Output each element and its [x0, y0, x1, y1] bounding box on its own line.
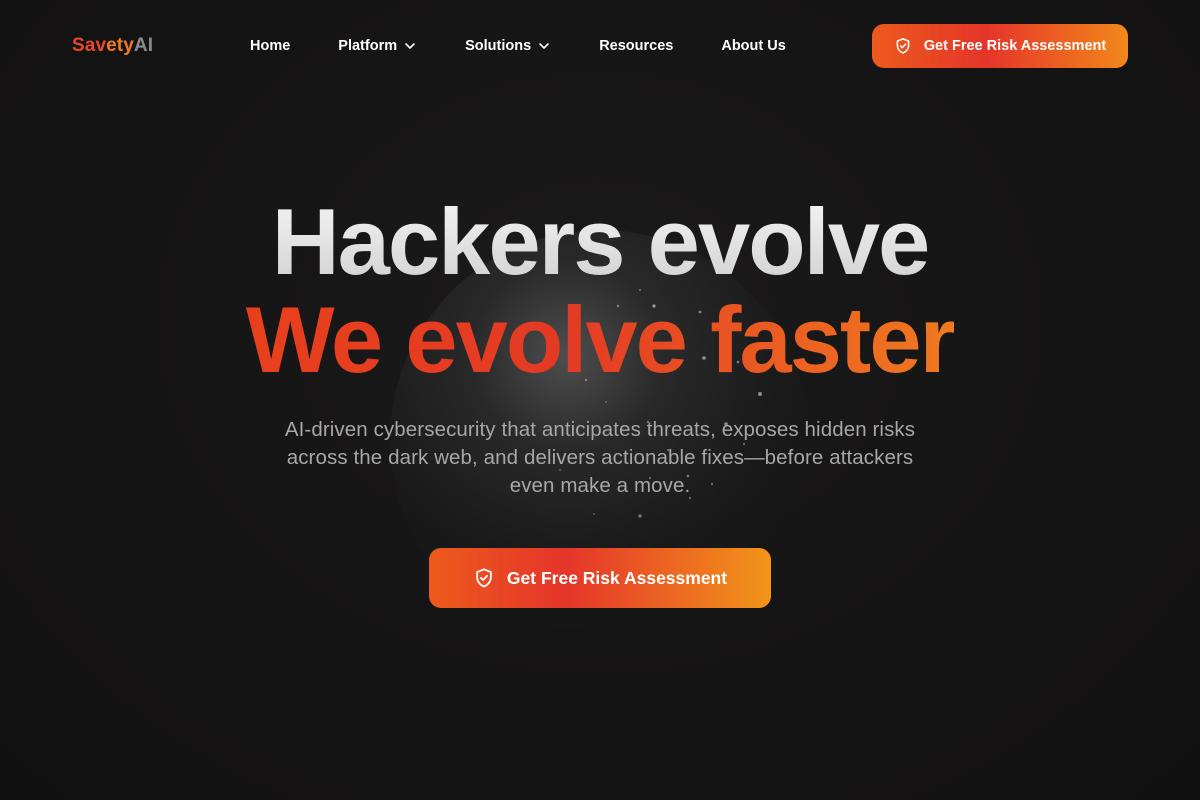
nav-item-label: Resources — [599, 38, 674, 54]
nav-item-home[interactable]: Home — [250, 36, 290, 56]
hero-risk-assessment-button[interactable]: Get Free Risk Assessment — [429, 548, 771, 608]
nav-item-resources[interactable]: Resources — [599, 36, 673, 56]
hero-headline-line2: We evolve faster — [0, 288, 1200, 392]
nav-item-label: About Us — [721, 38, 786, 54]
hero-subtitle: AI-driven cybersecurity that anticipates… — [284, 418, 916, 497]
nav-item-platform[interactable]: Platform — [338, 36, 417, 56]
brand-logo-part1: Sav — [72, 35, 107, 56]
chevron-down-icon — [539, 43, 549, 49]
landing-page: SavetyAI Home Platform Solutions Resourc… — [0, 0, 1200, 800]
hero-risk-assessment-label: Get Free Risk Assessment — [506, 567, 728, 588]
nav-risk-assessment-label: Get Free Risk Assessment — [923, 38, 1107, 54]
primary-nav: Home Platform Solutions Resources About … — [250, 36, 786, 56]
nav-item-about-us[interactable]: About Us — [721, 36, 785, 56]
shield-check-icon — [896, 38, 910, 54]
nav-item-label: Platform — [338, 38, 398, 54]
nav-risk-assessment-button[interactable]: Get Free Risk Assessment — [872, 24, 1128, 68]
brand-logo-part2: ety — [106, 35, 134, 56]
shield-check-icon — [476, 568, 492, 588]
top-navbar: SavetyAI Home Platform Solutions Resourc… — [0, 0, 1200, 92]
hero-headline-line2-text: We evolve faster — [245, 287, 956, 392]
particle-decoration — [559, 288, 762, 518]
nav-item-solutions[interactable]: Solutions — [465, 36, 551, 56]
nav-item-label: Home — [250, 38, 291, 54]
nav-item-label: Solutions — [465, 38, 532, 54]
hero-headline-line1: Hackers evolve — [0, 190, 1200, 294]
brand-logo-part3: AI — [133, 35, 154, 56]
brand-logo[interactable]: SavetyAI — [72, 34, 153, 58]
chevron-down-icon — [405, 43, 415, 49]
